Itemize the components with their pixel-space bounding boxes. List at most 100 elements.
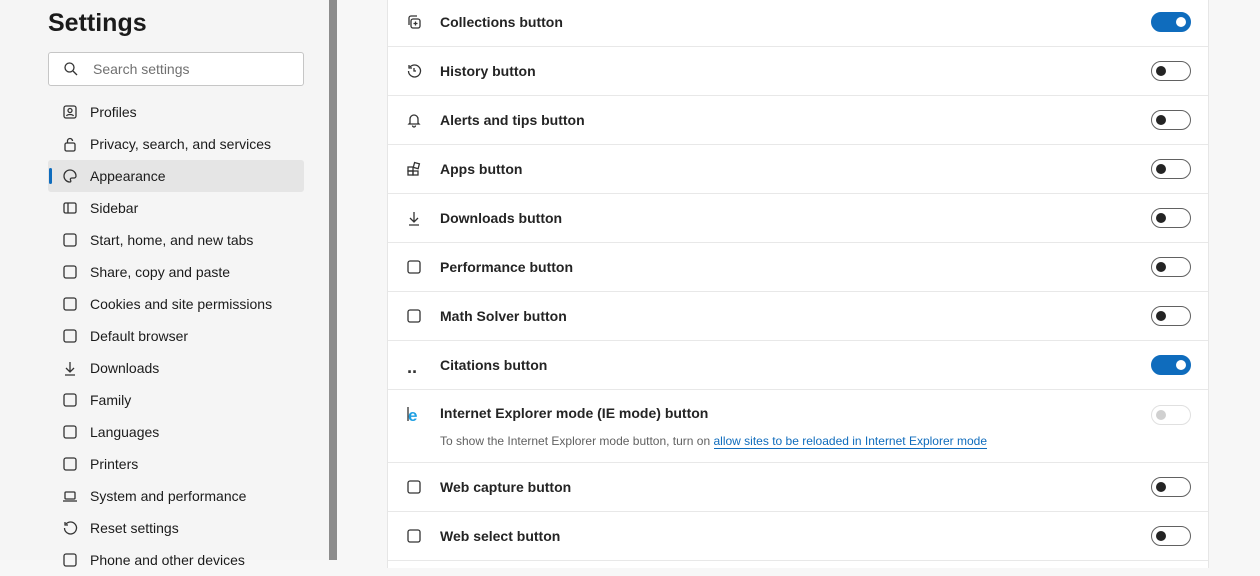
setting-row: Performance button: [388, 243, 1208, 292]
sidebar-item-profiles[interactable]: Profiles: [48, 96, 304, 128]
profile-icon: [61, 103, 79, 121]
toggle-switch[interactable]: [1151, 477, 1191, 497]
home-tabs-icon: [61, 231, 79, 249]
family-icon: [61, 391, 79, 409]
default-browser-icon: [61, 327, 79, 345]
sidebar-item-default-browser[interactable]: Default browser: [48, 320, 304, 352]
setting-label: Downloads button: [440, 210, 563, 226]
toggle-switch: [1151, 405, 1191, 425]
setting-row: Web select button: [388, 512, 1208, 561]
toggle-switch[interactable]: [1151, 159, 1191, 179]
setting-row: Web capture button: [388, 463, 1208, 512]
sidebar-item-label: Share, copy and paste: [90, 264, 231, 280]
download-icon: [61, 359, 79, 377]
setting-label: Alerts and tips button: [440, 112, 585, 128]
sidebar-item-label: Cookies and site permissions: [90, 296, 273, 312]
bell-icon: [405, 111, 423, 129]
sidebar-item-system-and-performance[interactable]: System and performance: [48, 480, 304, 512]
setting-row: Collections button: [388, 0, 1208, 47]
reset-icon: [61, 519, 79, 537]
setting-label: History button: [440, 63, 536, 79]
setting-row: Alerts and tips button: [388, 96, 1208, 145]
toggle-switch[interactable]: [1151, 12, 1191, 32]
sidebar-item-reset-settings[interactable]: Reset settings: [48, 512, 304, 544]
sidebar-item-sidebar[interactable]: Sidebar: [48, 192, 304, 224]
printer-icon: [61, 455, 79, 473]
setting-label: Performance button: [440, 259, 574, 275]
sidebar-item-label: Sidebar: [90, 200, 139, 216]
toggle-switch[interactable]: [1151, 61, 1191, 81]
toggle-switch[interactable]: [1151, 110, 1191, 130]
sidebar-item-label: Phone and other devices: [90, 552, 245, 568]
cookies-icon: [61, 295, 79, 313]
setting-label: Collections button: [440, 14, 563, 30]
setting-row: Apps button: [388, 145, 1208, 194]
setting-label: Internet Explorer mode (IE mode) button: [440, 405, 709, 421]
heartbeat-icon: [405, 258, 423, 276]
apps-icon: [405, 160, 423, 178]
setting-label: Citations button: [440, 357, 548, 373]
sidebar-item-share-copy-and-paste[interactable]: Share, copy and paste: [48, 256, 304, 288]
setting-row: e Internet Explorer mode (IE mode) button…: [388, 390, 1208, 463]
page-title: Settings: [48, 9, 147, 37]
setting-note: To show the Internet Explorer mode butto…: [440, 434, 987, 449]
toggle-switch[interactable]: [1151, 257, 1191, 277]
history-icon: [405, 62, 423, 80]
sidebar-item-family[interactable]: Family: [48, 384, 304, 416]
sidebar-item-label: Profiles: [90, 104, 137, 120]
setting-label: Web select button: [440, 528, 561, 544]
math-solver-icon: [405, 307, 423, 325]
share-icon: [61, 263, 79, 281]
svg-text:,,: ,,: [407, 357, 417, 373]
sidebar-item-privacy-search-and-services[interactable]: Privacy, search, and services: [48, 128, 304, 160]
laptop-icon: [61, 487, 79, 505]
setting-row: Downloads button: [388, 194, 1208, 243]
sidebar-item-label: Family: [90, 392, 132, 408]
ie-icon: e: [405, 405, 423, 423]
quote-icon: ,,: [405, 356, 423, 374]
sidebar-item-downloads[interactable]: Downloads: [48, 352, 304, 384]
sidebar-item-appearance[interactable]: Appearance: [48, 160, 304, 192]
languages-icon: [61, 423, 79, 441]
svg-text:e: e: [408, 406, 417, 423]
sidebar-item-printers[interactable]: Printers: [48, 448, 304, 480]
sidebar-item-label: Printers: [90, 456, 139, 472]
search-input[interactable]: Search settings: [48, 52, 304, 86]
phone-icon: [61, 551, 79, 569]
collections-icon: [405, 13, 423, 31]
sidebar-item-label: Privacy, search, and services: [90, 136, 272, 152]
sidebar-item-label: System and performance: [90, 488, 247, 504]
web-capture-icon: [405, 478, 423, 496]
lock-icon: [61, 135, 79, 153]
sidebar-item-label: Appearance: [90, 168, 166, 184]
setting-row: History button: [388, 47, 1208, 96]
setting-row: Math Solver button: [388, 292, 1208, 341]
toggle-switch[interactable]: [1151, 355, 1191, 375]
setting-row: ,, Citations button: [388, 341, 1208, 390]
setting-label: Web capture button: [440, 479, 572, 495]
search-placeholder: Search settings: [93, 61, 190, 77]
sidebar-item-languages[interactable]: Languages: [48, 416, 304, 448]
sidebar-item-label: Reset settings: [90, 520, 179, 536]
settings-sidebar: Settings Search settings Profiles Privacy…: [0, 0, 329, 568]
sidebar-item-label: Downloads: [90, 360, 160, 376]
sidebar-scrollbar[interactable]: [329, 0, 337, 560]
note-text: To show the Internet Explorer mode butto…: [440, 434, 714, 448]
sidebar-icon: [61, 199, 79, 217]
sidebar-item-cookies-and-site-permissions[interactable]: Cookies and site permissions: [48, 288, 304, 320]
toggle-switch[interactable]: [1151, 306, 1191, 326]
toggle-switch[interactable]: [1151, 208, 1191, 228]
sidebar-item-label: Start, home, and new tabs: [90, 232, 254, 248]
ie-mode-settings-link[interactable]: allow sites to be reloaded in Internet E…: [713, 434, 987, 449]
palette-icon: [61, 167, 79, 185]
download-icon: [405, 209, 423, 227]
sidebar-item-phone-and-other-devices[interactable]: Phone and other devices: [48, 544, 304, 576]
sidebar-item-label: Languages: [90, 424, 160, 440]
setting-label: Math Solver button: [440, 308, 567, 324]
sidebar-item-start-home-and-new-tabs[interactable]: Start, home, and new tabs: [48, 224, 304, 256]
sidebar-item-label: Default browser: [90, 328, 189, 344]
toggle-switch[interactable]: [1151, 526, 1191, 546]
setting-label: Apps button: [440, 161, 523, 177]
web-select-icon: [405, 527, 423, 545]
toolbar-buttons-card: Collections button History button Alerts a…: [387, 0, 1209, 568]
